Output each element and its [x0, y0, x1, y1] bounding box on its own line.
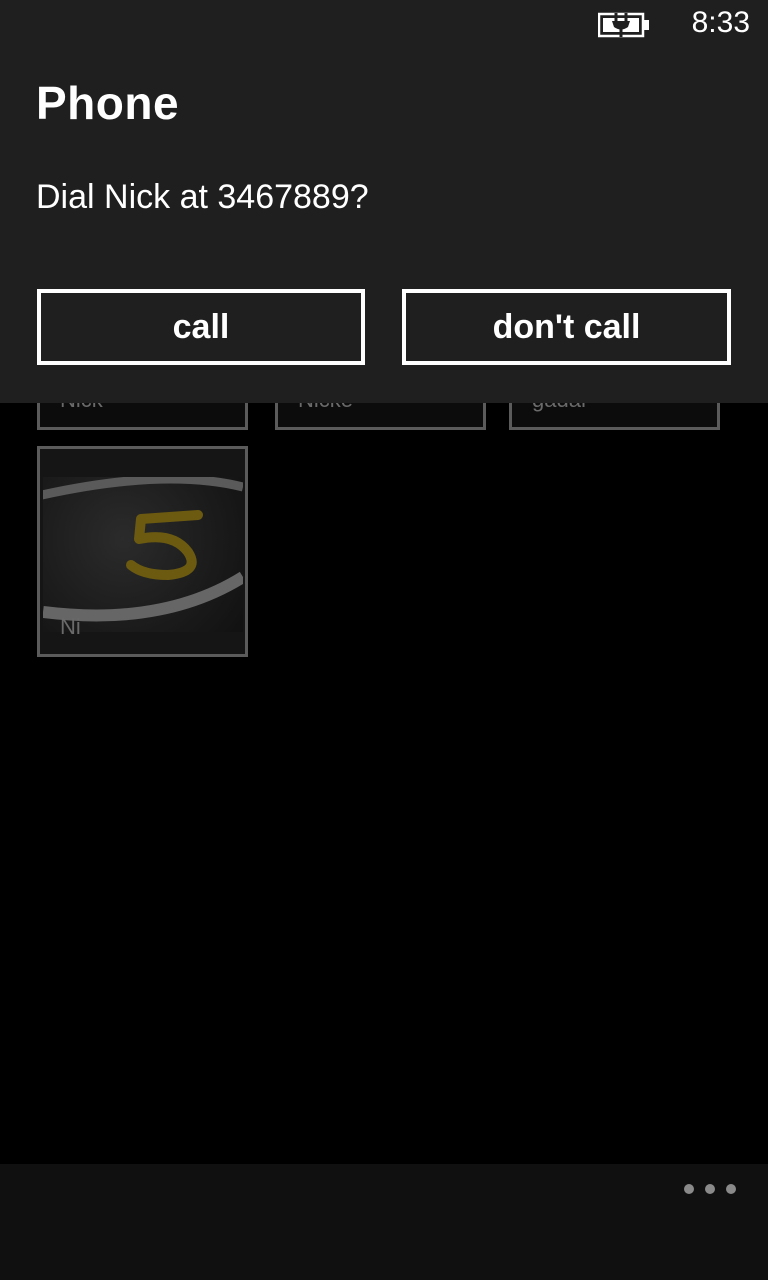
contact-photo-image	[43, 477, 243, 622]
ellipsis-dot	[726, 1184, 736, 1194]
contact-tile-ni[interactable]: Ni	[37, 446, 248, 657]
status-bar: 8:33	[0, 0, 768, 50]
battery-charging-icon	[597, 11, 650, 39]
status-clock: 8:33	[691, 6, 750, 39]
ellipsis-dot	[705, 1184, 715, 1194]
dont-call-button[interactable]: don't call	[402, 289, 731, 365]
call-button[interactable]: call	[37, 289, 365, 365]
dial-confirm-dialog: 8:33 Phone Dial Nick at 3467889? call do…	[0, 0, 768, 403]
ellipsis-dot	[684, 1184, 694, 1194]
contact-tile-label: Ni	[60, 614, 81, 639]
dialog-message: Dial Nick at 3467889?	[36, 178, 369, 216]
app-bar	[0, 1164, 768, 1280]
dialog-title: Phone	[36, 77, 180, 129]
contact-photo	[43, 477, 243, 632]
ellipsis-icon[interactable]	[684, 1180, 736, 1198]
